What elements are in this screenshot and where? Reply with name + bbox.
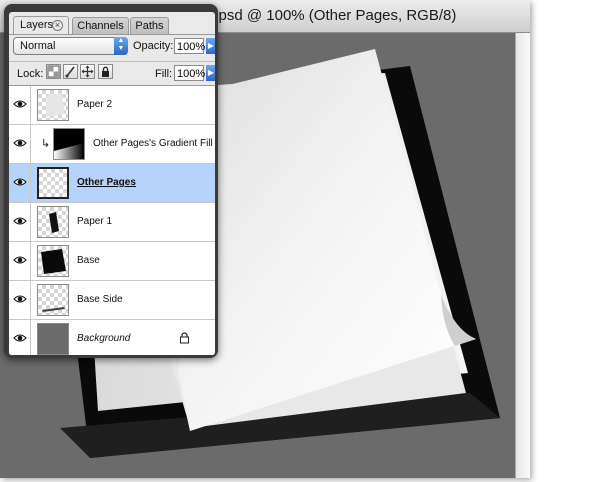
layer-thumbnail [37,323,69,355]
visibility-toggle[interactable] [9,125,31,163]
select-arrows-icon: ▲ ▼ [114,37,128,55]
layer-thumbnail [37,245,69,277]
eye-icon [13,334,27,342]
layer-thumbnail [37,167,69,199]
tab-paths[interactable]: Paths [130,17,169,35]
layer-row-paper-2[interactable]: Paper 2 [9,86,215,125]
opacity-input[interactable]: 100% [174,38,205,54]
layer-name: Paper 1 [77,216,113,227]
lock-position-button[interactable] [80,64,95,79]
layer-name: Paper 2 [77,99,113,110]
layers-panel-body: Layers × Channels Paths Normal ▲ ▼ Opacit… [9,12,215,355]
checkerboard-icon [47,65,60,78]
eye-icon [13,295,27,303]
layer-row-base[interactable]: Base [9,242,215,281]
close-icon[interactable]: × [52,20,63,31]
lock-transparent-pixels-button[interactable] [46,64,61,79]
layer-row-base-side[interactable]: Base Side [9,281,215,320]
eye-icon [13,217,27,225]
visibility-toggle[interactable] [9,281,31,319]
tab-layers-label: Layers [20,19,54,31]
tab-channels[interactable]: Channels [72,17,129,35]
eye-icon [13,178,27,186]
tab-layers[interactable]: Layers × [13,16,69,35]
layer-name: Background [77,333,131,344]
tab-paths-label: Paths [135,20,164,32]
clipping-mask-arrow-icon: ↳ [41,138,51,150]
layer-thumbnail [37,89,69,121]
layer-row-other-pages[interactable]: Other Pages [9,164,215,203]
eye-icon [13,256,27,264]
layer-row-background[interactable]: Background [9,320,215,355]
padlock-icon [180,332,189,344]
layer-row-paper-1[interactable]: Paper 1 [9,203,215,242]
layer-name: Other Pages's Gradient Fill [93,138,213,149]
visibility-toggle[interactable] [9,203,31,241]
lock-label: Lock: [17,68,44,80]
layer-list: Paper 2 ↳ Other Pages's Gradient Fill Ot… [9,86,215,355]
document-title: n.psd @ 100% (Other Pages, RGB/8) [206,7,457,24]
brush-icon [65,66,75,78]
layer-thumbnail [37,284,69,316]
move-icon [81,65,94,78]
tab-channels-label: Channels [77,20,124,32]
eye-icon [13,100,27,108]
layer-row-gradient-fill[interactable]: ↳ Other Pages's Gradient Fill [9,125,215,164]
fill-label: Fill: [155,68,173,80]
lock-image-pixels-button[interactable] [63,64,78,79]
tab-bar-divider [9,34,215,35]
blend-mode-select[interactable]: Normal ▲ ▼ [13,37,128,55]
gradient-fill-thumbnail [53,128,85,160]
lock-all-button[interactable] [98,64,113,79]
layer-name: Base [77,255,100,266]
visibility-toggle[interactable] [9,164,31,202]
divider [9,61,215,62]
padlock-icon [102,66,109,77]
layers-panel: Layers × Channels Paths Normal ▲ ▼ Opacit… [4,4,218,358]
visibility-toggle[interactable] [9,242,31,280]
opacity-slider-arrow-icon[interactable]: ▶ [206,38,215,54]
fill-slider-arrow-icon[interactable]: ▶ [206,65,215,81]
opacity-label: Opacity: [133,40,174,52]
eye-icon [13,139,27,147]
layer-name: Other Pages [77,177,136,188]
blend-mode-value: Normal [20,40,56,52]
visibility-toggle[interactable] [9,86,31,124]
vertical-scrollbar[interactable] [515,33,530,478]
visibility-toggle[interactable] [9,320,31,355]
fill-input[interactable]: 100% [174,65,205,81]
layer-name: Base Side [77,294,123,305]
layer-thumbnail [37,206,69,238]
